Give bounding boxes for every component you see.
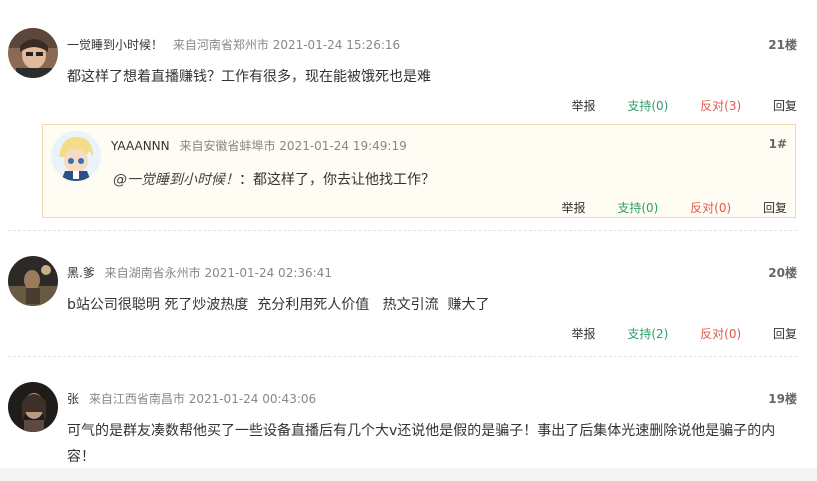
avatar[interactable] — [8, 382, 58, 432]
comment-actions: 举报 支持(2) 反对(0) 回复 — [543, 325, 797, 342]
reply-meta: YAAANNN 来自安徽省蚌埠市 2021-01-24 19:49:19 — [111, 137, 407, 154]
reply-button[interactable]: 回复 — [763, 201, 787, 215]
report-button[interactable]: 举报 — [561, 201, 585, 215]
floor-number: 20楼 — [768, 266, 797, 280]
comment-text: 都这样了想着直播赚钱？工作有很多，现在能被饿死也是难 — [67, 69, 431, 85]
username[interactable]: 一觉睡到小时候！ — [67, 38, 163, 52]
location: 来自安徽省蚌埠市 — [179, 139, 276, 153]
username[interactable]: 黑.爹 — [67, 266, 95, 280]
oppose-button[interactable]: 反对(0) — [690, 201, 731, 215]
comment-actions: 举报 支持(0) 反对(3) 回复 — [543, 97, 797, 114]
mention-link[interactable]: @一觉睡到小时候！ — [113, 172, 239, 188]
location: 来自江西省南昌市 — [88, 392, 185, 406]
username[interactable]: YAAANNN — [111, 139, 170, 153]
support-button[interactable]: 支持(2) — [627, 327, 668, 341]
floor-number: 19楼 — [768, 392, 797, 406]
page-footer-strip — [0, 468, 817, 481]
timestamp: 2021-01-24 00:43:06 — [188, 392, 317, 406]
comment-meta: 张 来自江西省南昌市 2021-01-24 00:43:06 — [67, 390, 316, 407]
reply-actions: 举报 支持(0) 反对(0) 回复 — [533, 199, 787, 216]
reply-text: @一觉睡到小时候！：都这样了，你去让他找工作？ — [113, 167, 435, 193]
support-button[interactable]: 支持(0) — [627, 99, 668, 113]
comment-meta: 一觉睡到小时候！ 来自河南省郑州市 2021-01-24 15:26:16 — [67, 36, 400, 53]
timestamp: 2021-01-24 02:36:41 — [204, 266, 332, 280]
divider — [8, 230, 797, 231]
reply-button[interactable]: 回复 — [773, 99, 797, 113]
avatar[interactable] — [8, 256, 58, 306]
reply-body: ：都这样了，你去让他找工作？ — [239, 172, 435, 188]
comment-text: b站公司很聪明 死了炒波热度 充分利用死人价值 热文引流 赚大了 — [67, 297, 490, 313]
nested-reply: YAAANNN 来自安徽省蚌埠市 2021-01-24 19:49:19 1# … — [42, 124, 796, 218]
report-button[interactable]: 举报 — [571, 327, 595, 341]
location: 来自河南省郑州市 — [172, 38, 269, 52]
comment-meta: 黑.爹 来自湖南省永州市 2021-01-24 02:36:41 — [67, 264, 332, 281]
report-button[interactable]: 举报 — [571, 99, 595, 113]
oppose-button[interactable]: 反对(3) — [700, 99, 741, 113]
timestamp: 2021-01-24 15:26:16 — [272, 38, 401, 52]
location: 来自湖南省永州市 — [104, 266, 201, 280]
username[interactable]: 张 — [67, 392, 79, 406]
timestamp: 2021-01-24 19:49:19 — [279, 139, 407, 153]
oppose-button[interactable]: 反对(0) — [700, 327, 741, 341]
avatar[interactable] — [51, 131, 101, 181]
support-button[interactable]: 支持(0) — [617, 201, 658, 215]
avatar[interactable] — [8, 28, 58, 78]
floor-number: 21楼 — [768, 38, 797, 52]
divider — [8, 356, 797, 357]
floor-number: 1# — [768, 137, 787, 151]
reply-button[interactable]: 回复 — [773, 327, 797, 341]
comment-text: 可气的是群友凑数帮他买了一些设备直播后有几个大v还说他是假的是骗子！事出了后集体… — [67, 423, 776, 465]
